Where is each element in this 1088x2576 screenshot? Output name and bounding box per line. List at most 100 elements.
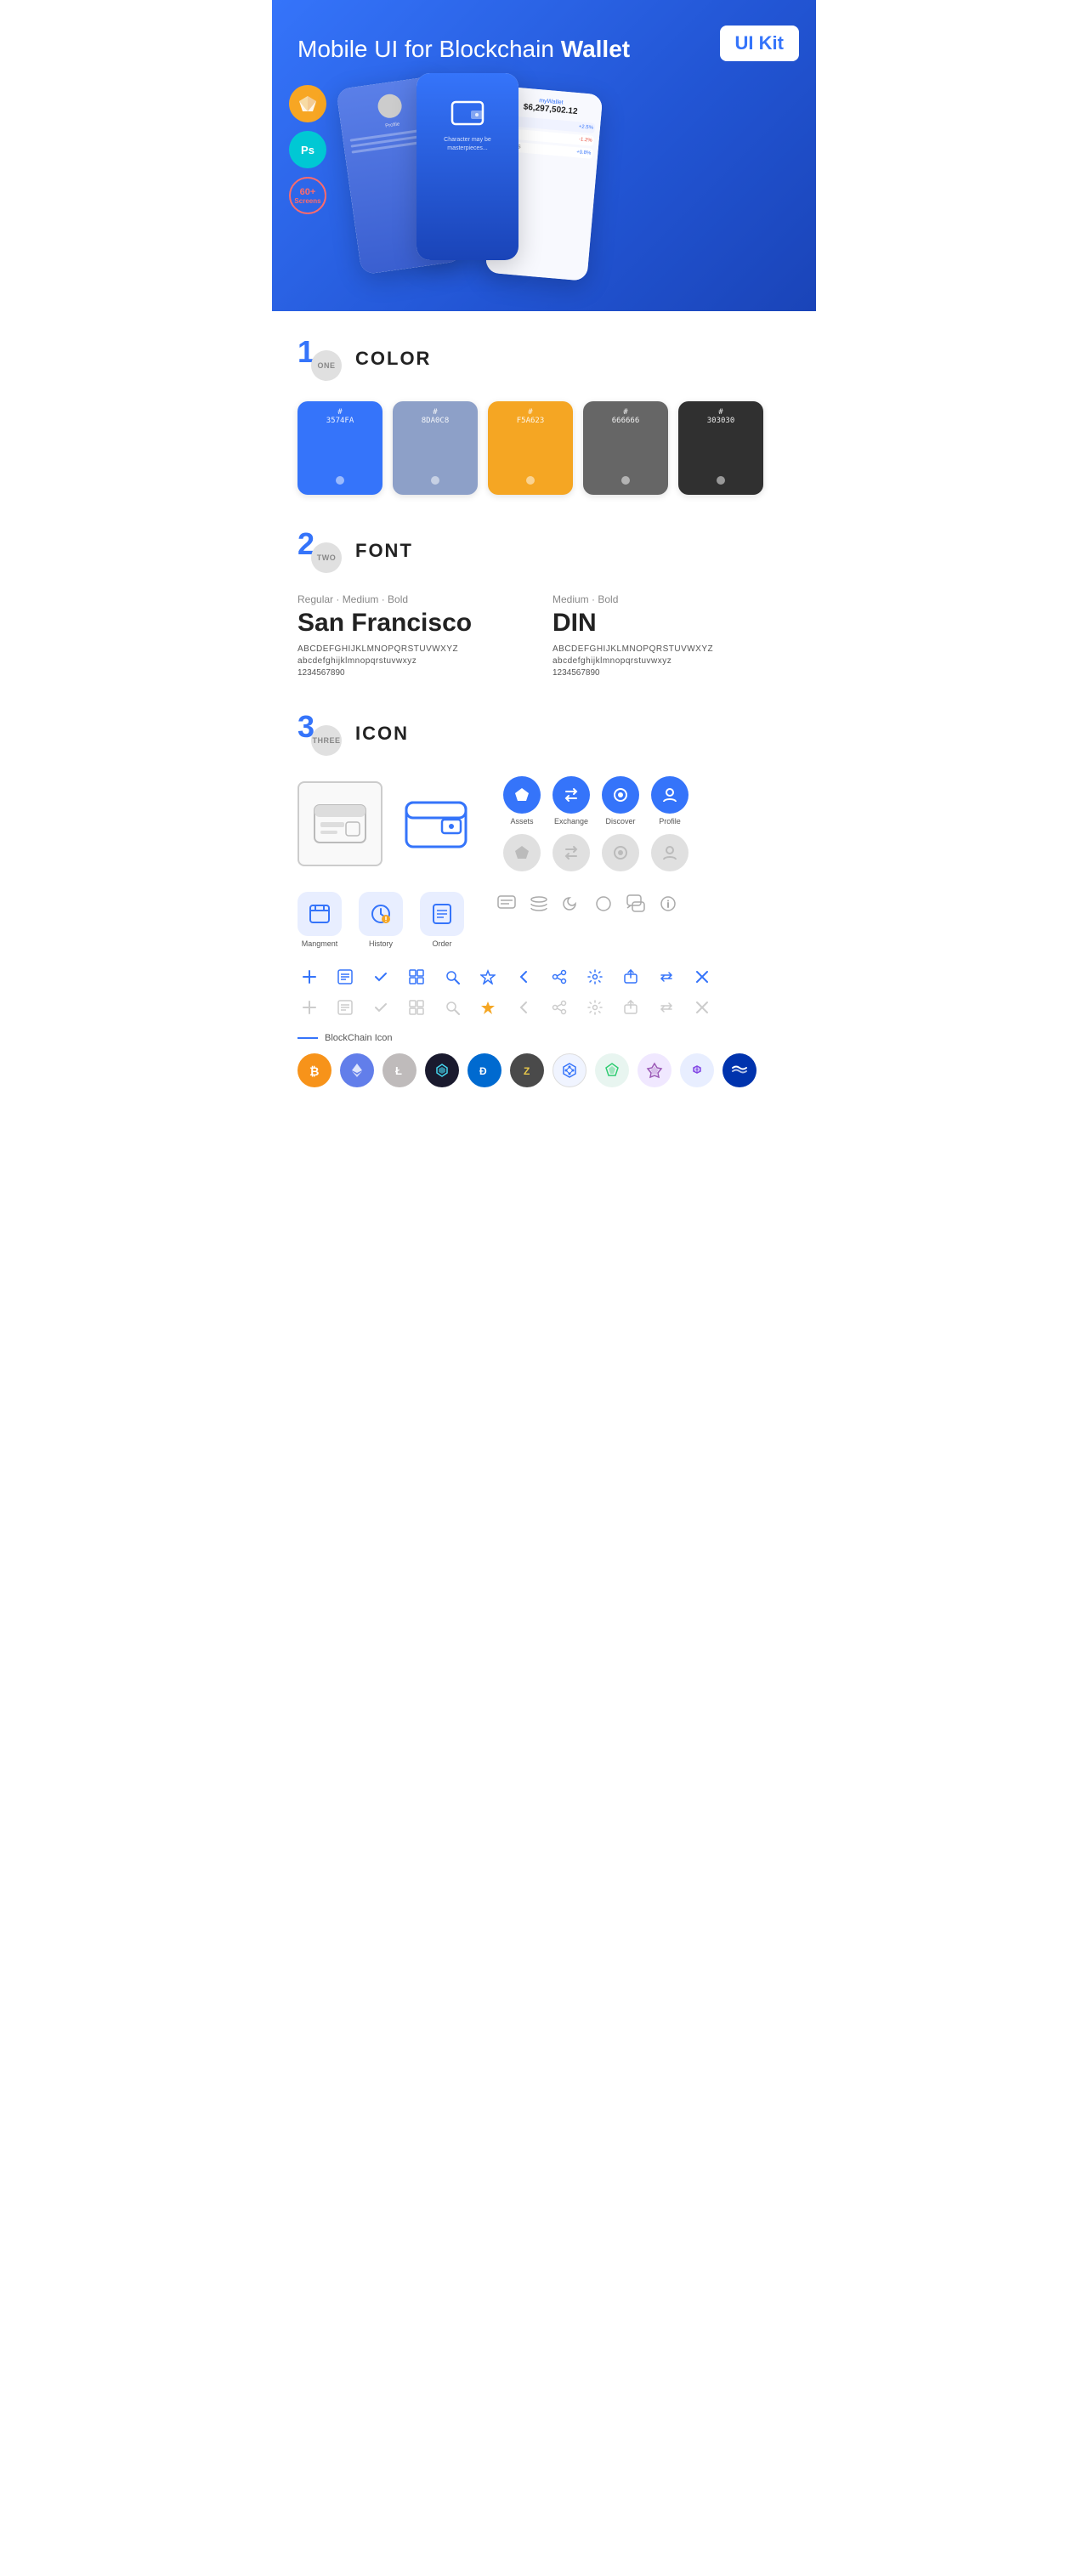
app-icon-history: History — [359, 892, 403, 948]
nav-icon-discover: Discover — [602, 776, 639, 826]
color-section-title: COLOR — [355, 348, 431, 370]
nav-icons-group: Assets Exchange — [503, 776, 688, 871]
small-icons-blue-row — [298, 965, 790, 989]
stack-icon — [527, 892, 551, 916]
nav-icon-exchange: Exchange — [552, 776, 590, 826]
ar-icon — [595, 1053, 629, 1087]
svg-text:Đ: Đ — [479, 1065, 487, 1077]
settings-icon-gray — [583, 996, 607, 1019]
wallet-screen-icon — [450, 97, 484, 127]
grid-icon-gray — [405, 996, 428, 1019]
section-header-font: 2 TWO FONT — [298, 529, 790, 573]
plus-icon-blue — [298, 965, 321, 989]
comment-icon — [495, 892, 518, 916]
search-icon-blue — [440, 965, 464, 989]
nav-icon-discover-gray — [602, 834, 639, 871]
section-header-icon: 3 THREE ICON — [298, 712, 790, 756]
section-number-1: 1 ONE — [298, 337, 342, 381]
app-icon-order: Order — [420, 892, 464, 948]
blockchain-label: BlockChain Icon — [298, 1033, 790, 1043]
order-icon-svg — [430, 902, 454, 926]
nav-icon-assets: Assets — [503, 776, 541, 826]
font-grid: Regular · Medium · Bold San Francisco AB… — [298, 593, 790, 678]
wallet-solid-icon — [396, 781, 481, 866]
chat-bubble-icon — [624, 892, 648, 916]
info-icon — [656, 892, 680, 916]
wallet-wireframe-icon — [298, 781, 382, 866]
check-icon-blue — [369, 965, 393, 989]
exchange-icon-circle — [552, 776, 590, 814]
nav-icons-active-row: Assets Exchange — [503, 776, 688, 826]
matic-icon — [680, 1053, 714, 1087]
transfer-icon-blue — [654, 965, 678, 989]
management-icon-svg — [308, 902, 332, 926]
dark-icon — [425, 1053, 459, 1087]
section-header-color: 1 ONE COLOR — [298, 337, 790, 381]
star-icon-blue — [476, 965, 500, 989]
font-block-din: Medium · Bold DIN ABCDEFGHIJKLMNOPQRSTUV… — [552, 593, 790, 678]
chevron-left-icon-blue — [512, 965, 536, 989]
kyber-icon — [638, 1053, 672, 1087]
close-icon-blue — [690, 965, 714, 989]
chevron-left-icon-gray — [512, 996, 536, 1019]
hero-badges: Ps 60+ Screens — [289, 85, 326, 214]
share-icon-gray — [547, 996, 571, 1019]
ui-kit-badge: UI Kit — [720, 26, 799, 61]
waves-icon — [722, 1053, 756, 1087]
zcash-icon: Z — [510, 1053, 544, 1087]
wallet-wireframe-svg — [310, 798, 370, 849]
export-icon-gray — [619, 996, 643, 1019]
grid-icon-blue — [405, 965, 428, 989]
profile-icon-circle — [651, 776, 688, 814]
icon-section: 3 THREE ICON — [298, 712, 790, 1087]
color-swatches: #3574FA #8DA0C8 #F5A623 #666666 #303030 — [298, 401, 790, 495]
star-icon-yellow — [476, 996, 500, 1019]
icon-section-title: ICON — [355, 723, 409, 745]
share-icon-blue — [547, 965, 571, 989]
sketch-badge — [289, 85, 326, 122]
bitcoin-icon: ₿ — [298, 1053, 332, 1087]
swatch-gray: #666666 — [583, 401, 668, 495]
svg-text:Z: Z — [524, 1065, 530, 1077]
assets-icon-circle — [503, 776, 541, 814]
hero-title-bold: Wallet — [561, 36, 630, 62]
swatch-dark: #303030 — [678, 401, 763, 495]
nav-icon-exchange-gray — [552, 834, 590, 871]
hero-section: Mobile UI for Blockchain Wallet UI Kit P… — [272, 0, 816, 311]
hero-title-regular: Mobile UI for Blockchain — [298, 36, 561, 62]
font-block-sf: Regular · Medium · Bold San Francisco AB… — [298, 593, 536, 678]
network-icon — [552, 1053, 586, 1087]
circle-icon — [592, 892, 615, 916]
plus-icon-gray — [298, 996, 321, 1019]
content-area: 1 ONE COLOR #3574FA #8DA0C8 #F5A623 #666… — [272, 311, 816, 1147]
history-icon-svg — [369, 902, 393, 926]
nav-icon-profile-gray — [651, 834, 688, 871]
app-icons-row: Mangment History — [298, 892, 790, 948]
wallet-solid-svg — [403, 792, 475, 856]
section-number-2: 2 TWO — [298, 529, 342, 573]
export-icon-blue — [619, 965, 643, 989]
swatch-orange: #F5A623 — [488, 401, 573, 495]
swatch-blue: #3574FA — [298, 401, 382, 495]
font-section: 2 TWO FONT Regular · Medium · Bold San F… — [298, 529, 790, 678]
hero-title: Mobile UI for Blockchain Wallet — [298, 34, 790, 65]
color-section: 1 ONE COLOR #3574FA #8DA0C8 #F5A623 #666… — [298, 337, 790, 495]
small-icons-gray-row — [298, 996, 790, 1019]
svg-text:Ł: Ł — [395, 1064, 402, 1077]
edit-icon-blue — [333, 965, 357, 989]
svg-text:₿: ₿ — [309, 1064, 319, 1078]
sketch-icon — [298, 94, 318, 113]
nav-icon-profile: Profile — [651, 776, 688, 826]
check-icon-gray — [369, 996, 393, 1019]
ethereum-icon — [340, 1053, 374, 1087]
crypto-icons-row: ₿ Ł — [298, 1053, 790, 1087]
phone-mockup-2: Character may bemasterpieces... — [416, 73, 518, 260]
font-section-title: FONT — [355, 540, 413, 562]
blockchain-line-decoration — [298, 1037, 318, 1039]
discover-icon-circle — [602, 776, 639, 814]
search-icon-gray — [440, 996, 464, 1019]
edit-icon-gray — [333, 996, 357, 1019]
nav-icon-assets-gray — [503, 834, 541, 871]
icon-main-row: Assets Exchange — [298, 776, 790, 871]
dash-icon: Đ — [468, 1053, 502, 1087]
